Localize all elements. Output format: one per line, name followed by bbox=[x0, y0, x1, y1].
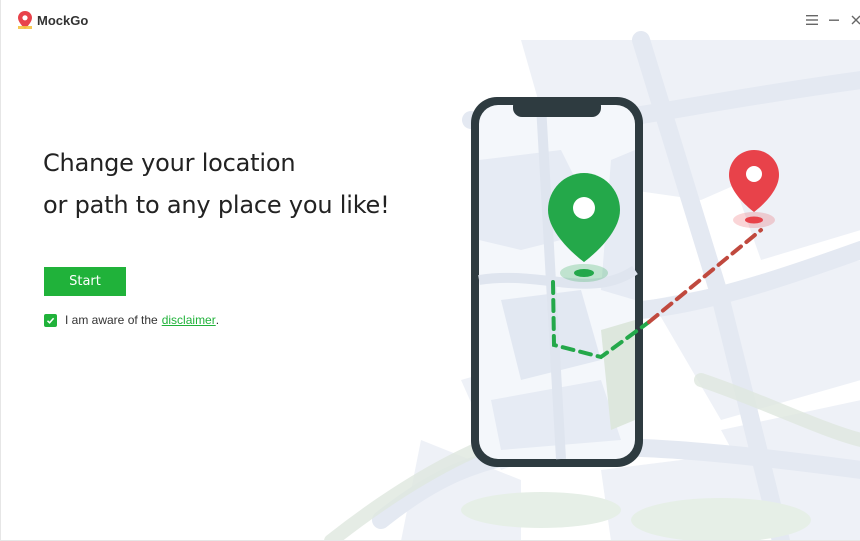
close-button[interactable] bbox=[845, 9, 860, 31]
disclaimer-row: I am aware of the disclaimer . bbox=[44, 313, 219, 327]
logo-pin-icon bbox=[18, 11, 32, 29]
close-icon bbox=[851, 15, 860, 25]
window-controls bbox=[801, 9, 860, 31]
menu-icon bbox=[806, 15, 818, 25]
hero-line-2: or path to any place you like! bbox=[43, 191, 390, 219]
minimize-button[interactable] bbox=[823, 9, 845, 31]
disclaimer-link[interactable]: disclaimer bbox=[162, 313, 216, 327]
hero-line-1: Change your location bbox=[43, 149, 296, 177]
minimize-icon bbox=[829, 19, 839, 21]
disclaimer-suffix: . bbox=[215, 313, 220, 327]
app-window: MockGo Change your location or path to a… bbox=[0, 0, 860, 541]
checkmark-icon bbox=[46, 317, 55, 324]
disclaimer-text: I am aware of the bbox=[65, 313, 158, 327]
app-title: MockGo bbox=[37, 12, 89, 28]
app-logo: MockGo bbox=[18, 11, 88, 29]
map-background bbox=[324, 31, 860, 540]
hero-headline: Change your location or path to any plac… bbox=[43, 142, 390, 226]
disclaimer-checkbox[interactable] bbox=[44, 313, 57, 327]
title-bar: MockGo bbox=[1, 0, 860, 40]
start-button[interactable]: Start bbox=[44, 267, 126, 296]
menu-button[interactable] bbox=[801, 9, 823, 31]
